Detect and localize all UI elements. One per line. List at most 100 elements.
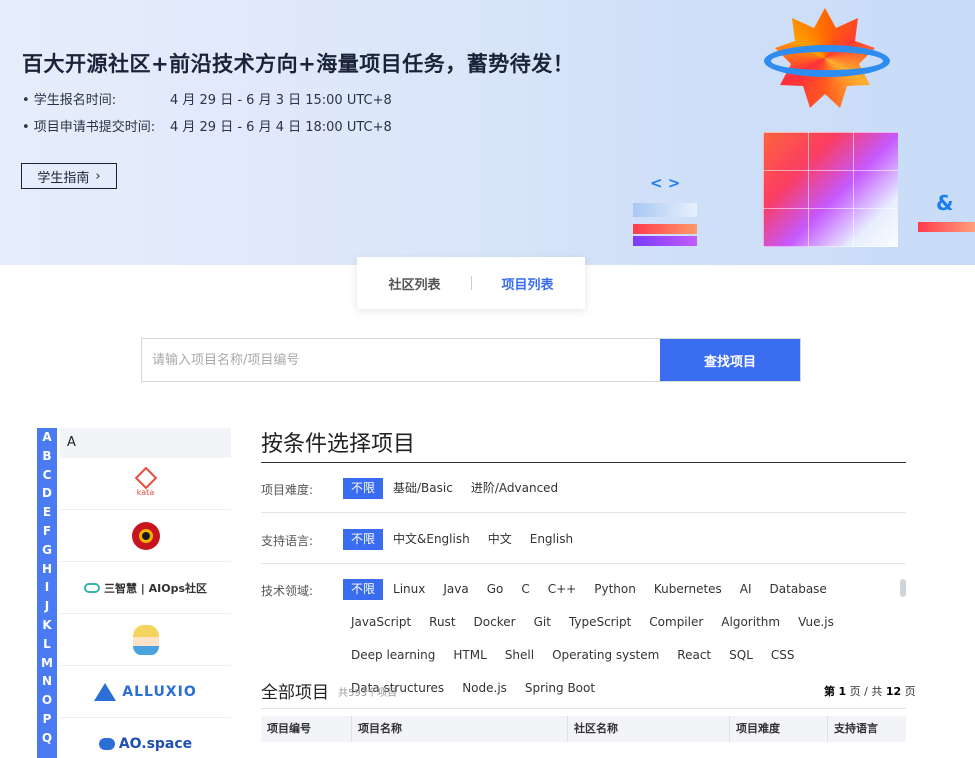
alpha-letter[interactable]: M <box>37 654 57 673</box>
decor-slab <box>633 203 697 217</box>
tab-community-list[interactable]: 社区列表 <box>358 274 470 293</box>
alpha-letter[interactable]: L <box>37 635 57 654</box>
filter-option[interactable]: AI <box>732 579 760 600</box>
decor-ring <box>764 45 890 77</box>
chevron-right-icon: › <box>95 168 101 184</box>
projects-count: 共593个项目 <box>338 688 398 699</box>
community-item[interactable]: AO.space <box>60 718 231 758</box>
filter-option[interactable]: CSS <box>763 645 803 666</box>
page-indicator: 第 1 页 / 共 12 页 <box>824 685 916 698</box>
alpha-letter[interactable]: I <box>37 578 57 597</box>
projects-rule <box>261 708 906 709</box>
filter-option[interactable]: Linux <box>385 579 433 600</box>
filter-option[interactable]: Deep learning <box>343 645 443 666</box>
filter-option[interactable]: Compiler <box>641 612 711 633</box>
filter-option[interactable]: English <box>522 529 581 550</box>
filter-title: 按条件选择项目 <box>261 432 416 457</box>
filter-option[interactable]: Docker <box>466 612 524 633</box>
filter-option[interactable]: SQL <box>721 645 761 666</box>
filter-option[interactable]: C++ <box>540 579 585 600</box>
filter-option[interactable]: Database <box>762 579 835 600</box>
tech-options: 不限 Linux Java Go C C++ Python Kubernetes AI Datab… <box>343 579 895 699</box>
tech-scrollbar[interactable] <box>900 579 906 597</box>
filter-option[interactable]: React <box>669 645 719 666</box>
decor-slab <box>918 222 975 232</box>
alpha-letter[interactable]: E <box>37 503 57 522</box>
search-button[interactable]: 查找项目 <box>660 339 800 381</box>
filter-option[interactable]: Node.js <box>454 678 515 699</box>
community-letter-header: A <box>60 428 231 458</box>
filter-option[interactable]: 不限 <box>343 478 384 499</box>
alpha-letter[interactable]: A <box>37 428 57 447</box>
kata-logo-icon: kata <box>134 466 157 497</box>
aiops-logo-icon: 三智慧 | AIOps社区 <box>83 580 207 596</box>
community-item[interactable] <box>60 614 231 666</box>
column-header: 项目编号 <box>267 722 311 735</box>
alpha-letter[interactable]: G <box>37 541 57 560</box>
filter-option[interactable]: Rust <box>421 612 463 633</box>
filter-option[interactable]: Spring Boot <box>517 678 603 699</box>
filter-option[interactable]: Shell <box>497 645 542 666</box>
decor-cube-grid <box>763 132 898 247</box>
alpha-letter[interactable]: B <box>37 447 57 466</box>
alpha-letter[interactable]: C <box>37 466 57 485</box>
alphabet-index: ABCDEFGHIJKLMNOPQ <box>37 428 57 758</box>
filter-option[interactable]: Git <box>526 612 559 633</box>
divider <box>261 512 906 513</box>
filter-option[interactable]: Vue.js <box>790 612 842 633</box>
community-item[interactable]: ALLUXIO <box>60 666 231 718</box>
banner-title: 百大开源社区+前沿技术方向+海量项目任务，蓄势待发！ <box>22 52 575 76</box>
alpha-letter[interactable]: D <box>37 484 57 503</box>
community-item[interactable]: kata <box>60 458 231 510</box>
projects-title: 全部项目 <box>261 683 329 703</box>
filter-option[interactable]: Algorithm <box>713 612 788 633</box>
filter-label: 支持语言: <box>261 534 314 548</box>
projects-table-header: 项目编号 项目名称 社区名称 项目难度 支持语言 <box>261 716 906 742</box>
filter-option[interactable]: 基础/Basic <box>385 478 461 499</box>
alpha-letter[interactable]: J <box>37 597 57 616</box>
community-item[interactable] <box>60 510 231 562</box>
tab-project-list[interactable]: 项目列表 <box>472 274 584 293</box>
filter-option[interactable]: HTML <box>445 645 494 666</box>
alpha-letter[interactable]: O <box>37 691 57 710</box>
ampersand-icon: & <box>936 191 954 215</box>
filter-label: 技术领域: <box>261 584 314 598</box>
community-list: A kata 三智慧 | AIOps社区 ALLUXIO AO.space <box>60 428 231 758</box>
filter-option[interactable]: C <box>513 579 537 600</box>
filter-option[interactable]: Java <box>435 579 476 600</box>
filter-option[interactable]: 中文 <box>480 529 520 550</box>
filter-option[interactable]: Go <box>479 579 512 600</box>
filter-option[interactable]: 进阶/Advanced <box>463 478 566 499</box>
column-header: 项目名称 <box>351 716 567 742</box>
project-search: 查找项目 <box>141 338 801 382</box>
difficulty-options: 不限 基础/Basic 进阶/Advanced <box>343 478 568 499</box>
student-guide-button[interactable]: 学生指南 › <box>21 163 117 189</box>
decor-slab <box>633 236 697 246</box>
alpha-letter[interactable]: K <box>37 616 57 635</box>
filter-option[interactable]: 中文&English <box>385 529 478 550</box>
language-options: 不限 中文&English 中文 English <box>343 529 583 550</box>
filter-option[interactable]: Kubernetes <box>646 579 730 600</box>
alpha-letter[interactable]: N <box>37 672 57 691</box>
aospace-logo-icon: AO.space <box>98 736 192 752</box>
circle-logo-icon <box>131 521 160 550</box>
filter-option[interactable]: TypeScript <box>561 612 639 633</box>
alpha-letter[interactable]: H <box>37 560 57 579</box>
filter-option[interactable]: Python <box>586 579 644 600</box>
filter-option[interactable]: 不限 <box>343 579 384 600</box>
filter-option[interactable]: 不限 <box>343 529 384 550</box>
community-item[interactable]: 三智慧 | AIOps社区 <box>60 562 231 614</box>
filter-option[interactable]: JavaScript <box>343 612 419 633</box>
alpha-letter[interactable]: F <box>37 522 57 541</box>
filter-option[interactable]: Operating system <box>544 645 667 666</box>
alpha-letter[interactable]: P <box>37 710 57 729</box>
filter-title-rule <box>261 462 906 463</box>
proposal-submit-time: • 项目申请书提交时间: 4 月 29 日 - 6 月 4 日 18:00 UTC… <box>22 120 392 135</box>
divider <box>261 563 906 564</box>
list-tabs: 社区列表 项目列表 <box>357 257 585 309</box>
column-header: 社区名称 <box>567 716 729 742</box>
search-input[interactable] <box>142 339 660 381</box>
decor-slab <box>633 224 697 234</box>
avatar-logo-icon <box>132 624 159 655</box>
alpha-letter[interactable]: Q <box>37 729 57 748</box>
